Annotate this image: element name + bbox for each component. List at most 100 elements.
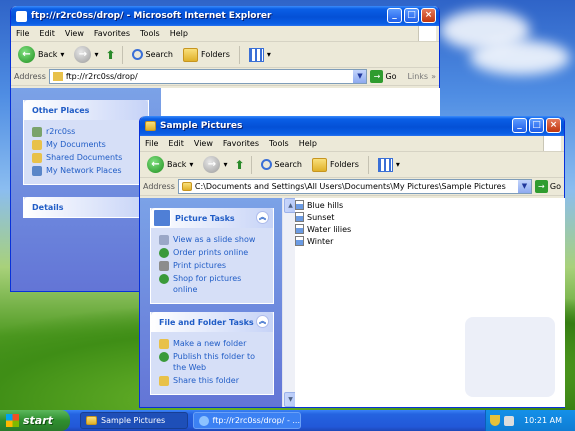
menu-edit[interactable]: Edit [39,29,55,38]
task-label: Publish this folder to the Web [173,352,255,372]
close-button[interactable]: × [546,118,561,133]
address-label: Address [14,72,46,81]
volume-icon[interactable] [504,415,514,426]
other-places-title[interactable]: Other Places [24,100,148,120]
links-button[interactable]: Links [408,72,429,81]
folder-icon [181,182,192,191]
sample-titlebar[interactable]: Sample Pictures _ □ × [140,116,564,136]
menu-help[interactable]: Help [299,139,317,148]
go-button[interactable]: → Go [534,180,561,193]
back-button[interactable]: ← Back ▾ [15,44,67,66]
menu-favorites[interactable]: Favorites [223,139,259,148]
globe-icon [159,352,169,362]
menu-help[interactable]: Help [170,29,188,38]
address-dropdown-button[interactable]: ▼ [517,180,531,193]
file-item[interactable]: Sunset [295,211,565,223]
sample-taskpane: Picture Tasks ︽ View as a slide show Ord… [140,198,282,407]
forward-button[interactable]: → ▾ [71,44,101,66]
taskpane-scrollbar[interactable]: ▲ ▼ [282,198,297,407]
image-file-icon [295,236,304,246]
task-shop[interactable]: Shop for pictures online [159,273,267,295]
other-place-my-documents[interactable]: My Documents [32,139,142,150]
details-title[interactable]: Details [24,197,148,217]
other-places-panel: Other Places r2rc0ss My Documents Shared… [23,100,149,185]
address-input[interactable]: ftp://r2rc0ss/drop/ ▼ [48,69,368,84]
task-label: Sample Pictures [101,416,166,425]
picture-tasks-title: Picture Tasks [175,213,235,223]
folder-icon [145,121,156,131]
task-publish[interactable]: Publish this folder to the Web [159,351,267,373]
menu-tools[interactable]: Tools [140,29,160,38]
maximize-button[interactable]: □ [529,118,544,133]
minimize-button[interactable]: _ [387,8,402,23]
ftp-titlebar[interactable]: ftp://r2rc0ss/drop/ - Microsoft Internet… [11,6,439,26]
views-button[interactable]: ▾ [375,154,403,176]
new-folder-icon [159,339,169,349]
other-place-r2rc0ss[interactable]: r2rc0ss [32,126,142,137]
task-share[interactable]: Share this folder [159,375,267,386]
menu-edit[interactable]: Edit [168,139,184,148]
collapse-icon[interactable]: ︽ [256,315,269,328]
menu-tools[interactable]: Tools [269,139,289,148]
menu-file[interactable]: File [16,29,29,38]
task-new-folder[interactable]: Make a new folder [159,338,267,349]
menu-favorites[interactable]: Favorites [94,29,130,38]
go-label: Go [385,72,397,81]
folders-button[interactable]: Folders [309,154,362,176]
separator [250,155,252,174]
other-place-shared-documents[interactable]: Shared Documents [32,152,142,163]
task-label: Shop for pictures online [173,274,242,294]
clock[interactable]: 10:21 AM [524,416,562,425]
address-input[interactable]: C:\Documents and Settings\All Users\Docu… [177,179,532,194]
taskbar-item-sample-pictures[interactable]: Sample Pictures [80,412,188,429]
task-order-prints[interactable]: Order prints online [159,247,267,258]
views-button[interactable]: ▾ [246,44,274,66]
security-shield-icon[interactable] [490,415,500,426]
ftp-menubar: File Edit View Favorites Tools Help [11,26,439,42]
go-button[interactable]: → Go [370,70,397,83]
start-button[interactable]: start [0,410,70,431]
file-item[interactable]: Winter [295,235,565,247]
other-place-network[interactable]: My Network Places [32,165,142,176]
search-label: Search [274,160,302,169]
collapse-icon[interactable]: ︽ [256,211,269,224]
menu-view[interactable]: View [194,139,213,148]
globe-icon [159,248,169,258]
globe-icon [159,274,169,284]
maximize-button[interactable]: □ [404,8,419,23]
chevron-down-icon: ▾ [395,160,400,169]
separator [121,45,123,64]
back-arrow-icon: ← [18,46,35,63]
folder-icon [32,153,42,163]
folders-button[interactable]: Folders [180,44,233,66]
taskbar-item-ftp[interactable]: ftp://r2rc0ss/drop/ - ... [193,412,301,429]
up-folder-icon[interactable]: ⬆ [234,158,244,172]
address-dropdown-button[interactable]: ▼ [353,70,367,83]
menu-view[interactable]: View [65,29,84,38]
chevron-down-icon: ▾ [223,160,228,169]
file-tasks-title: File and Folder Tasks [159,317,254,327]
cloud [470,40,570,75]
back-button[interactable]: ← Back ▾ [144,154,196,176]
task-slideshow[interactable]: View as a slide show [159,234,267,245]
close-button[interactable]: × [421,8,436,23]
search-button[interactable]: Search [129,44,176,66]
go-arrow-icon: → [534,180,548,193]
file-tasks-header[interactable]: File and Folder Tasks ︽ [151,312,273,332]
up-folder-icon[interactable]: ⬆ [105,48,115,62]
back-arrow-icon: ← [147,156,164,173]
menu-file[interactable]: File [145,139,158,148]
pictures-watermark [465,317,555,397]
task-label: ftp://r2rc0ss/drop/ - ... [212,416,300,425]
forward-button[interactable]: → ▾ [200,154,230,176]
separator [238,45,240,64]
picture-tasks-header[interactable]: Picture Tasks ︽ [151,208,273,228]
search-button[interactable]: Search [258,154,305,176]
go-arrow-icon: → [370,70,384,83]
link-label: My Network Places [46,166,122,175]
file-item[interactable]: Blue hills [295,199,565,211]
ftp-toolbar: ← Back ▾ → ▾ ⬆ Search Folders ▾ [11,42,439,68]
task-print[interactable]: Print pictures [159,260,267,271]
file-item[interactable]: Water lilies [295,223,565,235]
minimize-button[interactable]: _ [512,118,527,133]
